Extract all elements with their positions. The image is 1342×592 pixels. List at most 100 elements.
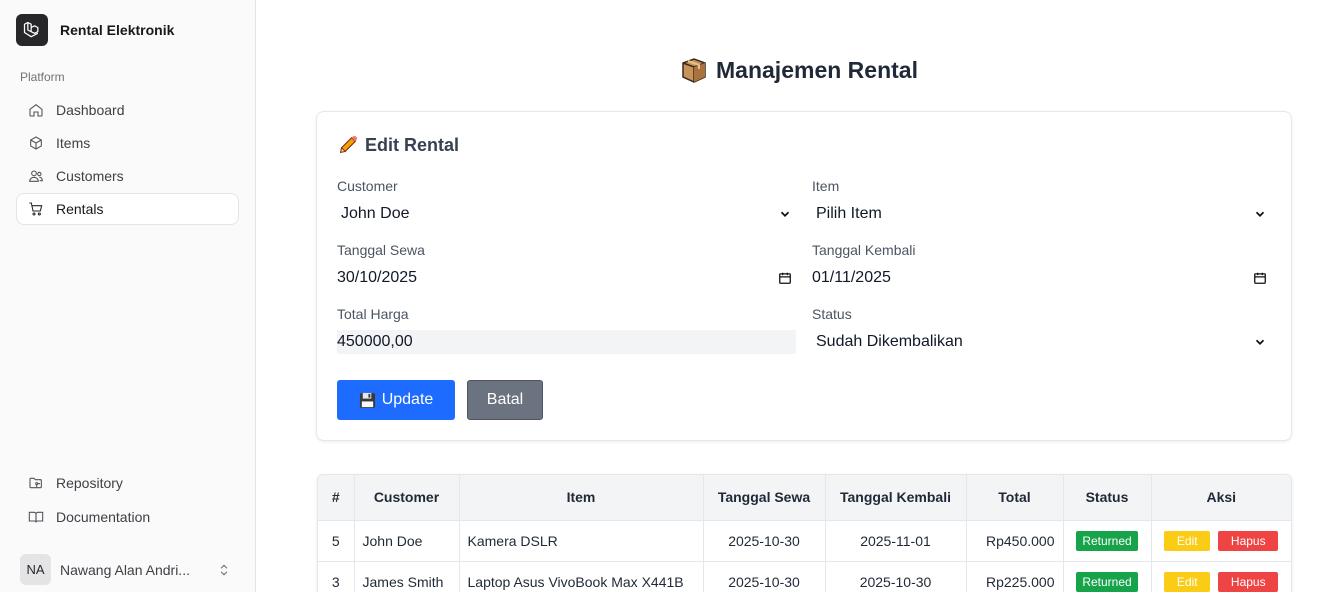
rentals-table: # Customer Item Tanggal Sewa Tanggal Kem… [317, 474, 1292, 592]
status-label: Status [812, 306, 852, 322]
column-header: Status [1063, 475, 1152, 521]
column-header: Tanggal Kembali [825, 475, 967, 521]
cube-icon [30, 136, 42, 150]
status-badge: Returned [1076, 571, 1138, 592]
cell-customer: John Doe [354, 520, 460, 562]
table-row: 5 John Doe Kamera DSLR 2025-10-30 2025-1… [318, 520, 1291, 562]
sidebar-nav: Dashboard Items Customers Rentals [16, 94, 239, 226]
book-open-icon [28, 511, 44, 523]
chevron-down-icon [780, 211, 790, 217]
cell-item: Laptop Asus VivoBook Max X441B [459, 561, 704, 592]
status-field: Status Sudah Dikembalikan [812, 306, 1271, 354]
calendar-icon[interactable] [778, 271, 792, 285]
main-content: Manajemen Rental Edit Rental Customer Jo… [256, 0, 1342, 592]
tanggal-sewa-value: 30/10/2025 [337, 269, 418, 286]
customer-select[interactable]: John Doe [337, 202, 796, 226]
tanggal-kembali-field: Tanggal Kembali 01/11/2025 [812, 242, 1271, 290]
chevron-down-icon [1255, 211, 1265, 217]
sidebar-item-customers[interactable]: Customers [16, 160, 239, 192]
cart-icon [29, 202, 43, 216]
item-label: Item [812, 178, 840, 194]
cell-tanggal-kembali: 2025-11-01 [825, 520, 967, 562]
table-row: 3 James Smith Laptop Asus VivoBook Max X… [318, 561, 1291, 592]
cancel-button-label: Batal [486, 391, 524, 408]
customer-field: Customer John Doe [337, 178, 796, 226]
laravel-logo-icon [16, 14, 48, 46]
form-title: Edit Rental [337, 134, 459, 156]
cell-customer: James Smith [354, 561, 460, 592]
cell-item: Kamera DSLR [459, 520, 704, 562]
nav-group-label: Platform [20, 70, 65, 84]
sidebar-item-documentation[interactable]: Documentation [16, 501, 239, 533]
cell-actions: Edit Hapus [1151, 561, 1291, 592]
cell-total: Rp450.000 [966, 520, 1064, 562]
user-name: Nawang Alan Andri... [60, 561, 190, 578]
package-box-icon [682, 58, 706, 83]
form-title-text: Edit Rental [365, 134, 460, 155]
pencil-icon [339, 135, 358, 154]
item-select-value: Pilih Item [816, 205, 882, 222]
avatar: NA [20, 554, 51, 585]
tanggal-sewa-label: Tanggal Sewa [337, 242, 425, 258]
total-harga-value: 450000,00 [337, 333, 413, 350]
sidebar-item-label: Customers [56, 168, 124, 184]
sidebar-item-repository[interactable]: Repository [16, 467, 239, 499]
column-header: Aksi [1151, 475, 1291, 521]
item-field: Item Pilih Item [812, 178, 1271, 226]
calendar-icon[interactable] [1253, 271, 1267, 285]
chevron-up-down-icon [220, 564, 228, 575]
sidebar-item-items[interactable]: Items [16, 127, 239, 159]
tanggal-kembali-value: 01/11/2025 [812, 269, 891, 286]
edit-button[interactable]: Edit [1164, 571, 1211, 592]
status-badge: Returned [1076, 530, 1138, 551]
update-button-label: Update [381, 391, 434, 408]
brand[interactable]: Rental Elektronik [16, 14, 174, 46]
home-icon [29, 103, 43, 117]
column-header: Tanggal Sewa [703, 475, 826, 521]
app-name: Rental Elektronik [60, 22, 175, 38]
cancel-button[interactable]: Batal [467, 380, 543, 420]
sidebar-item-label: Rentals [56, 201, 104, 217]
users-icon [29, 170, 43, 182]
sidebar-bottom-nav: Repository Documentation [16, 467, 239, 535]
folder-git-icon [29, 477, 42, 489]
cell-id: 5 [318, 520, 355, 562]
edit-button[interactable]: Edit [1164, 530, 1211, 551]
status-select-value: Sudah Dikembalikan [816, 333, 963, 350]
sidebar-item-dashboard[interactable]: Dashboard [16, 94, 239, 126]
sidebar: Rental Elektronik Platform Dashboard Ite… [0, 0, 256, 592]
cell-tanggal-sewa: 2025-10-30 [703, 520, 826, 562]
total-harga-input[interactable]: 450000,00 [337, 330, 796, 354]
sidebar-item-rentals[interactable]: Rentals [16, 193, 239, 225]
customer-select-value: John Doe [341, 205, 410, 222]
sidebar-item-label: Repository [56, 475, 123, 491]
cell-tanggal-sewa: 2025-10-30 [703, 561, 826, 592]
tanggal-kembali-input[interactable]: 01/11/2025 [812, 266, 1271, 290]
status-select[interactable]: Sudah Dikembalikan [812, 330, 1271, 354]
item-select[interactable]: Pilih Item [812, 202, 1271, 226]
sidebar-item-label: Documentation [56, 509, 151, 525]
column-header: Item [459, 475, 704, 521]
sidebar-item-label: Dashboard [56, 102, 125, 118]
delete-button[interactable]: Hapus [1218, 530, 1279, 551]
total-harga-field: Total Harga 450000,00 [337, 306, 796, 354]
page-title-text: Manajemen Rental [716, 56, 918, 83]
delete-button[interactable]: Hapus [1218, 571, 1279, 592]
cell-total: Rp225.000 [966, 561, 1064, 592]
chevron-down-icon [1255, 339, 1265, 345]
column-header: Customer [354, 475, 460, 521]
customer-label: Customer [337, 178, 398, 194]
sidebar-item-label: Items [56, 135, 91, 151]
cell-status: Returned [1063, 561, 1152, 592]
tanggal-sewa-field: Tanggal Sewa 30/10/2025 [337, 242, 796, 290]
tanggal-kembali-label: Tanggal Kembali [812, 242, 916, 258]
tanggal-sewa-input[interactable]: 30/10/2025 [337, 266, 796, 290]
update-button[interactable]: Update [337, 380, 455, 420]
floppy-disk-icon [359, 392, 375, 408]
table-header-row: # Customer Item Tanggal Sewa Tanggal Kem… [318, 475, 1291, 521]
page-title: Manajemen Rental [256, 56, 1342, 84]
cell-status: Returned [1063, 520, 1152, 562]
column-header: Total [966, 475, 1064, 521]
user-menu[interactable]: NA Nawang Alan Andri... [20, 554, 236, 585]
cell-tanggal-kembali: 2025-10-30 [825, 561, 967, 592]
